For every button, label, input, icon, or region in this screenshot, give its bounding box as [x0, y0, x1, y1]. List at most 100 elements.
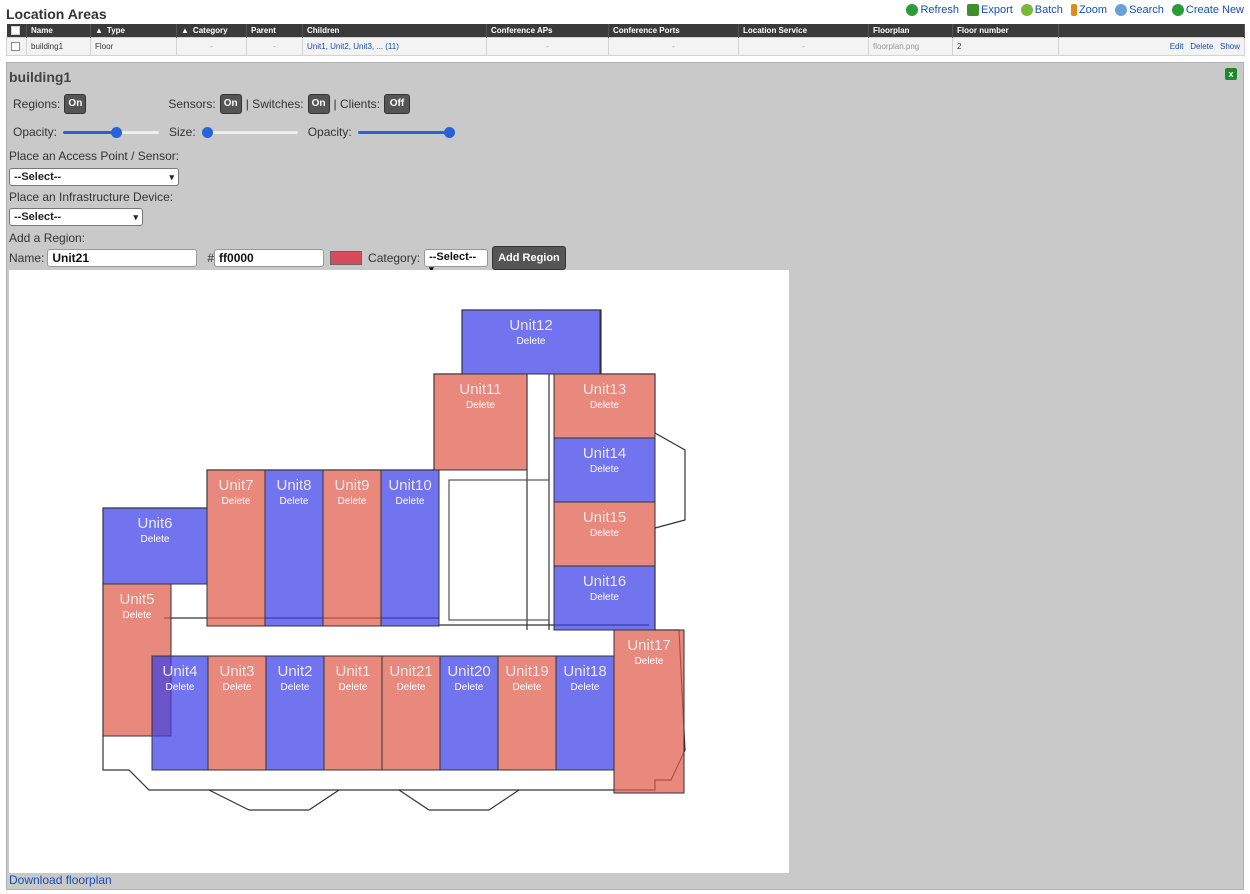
add-region-button[interactable]: Add Region: [492, 246, 566, 270]
region-delete-link[interactable]: Delete: [141, 534, 170, 545]
region-unit2[interactable]: Unit2 Delete: [265, 655, 325, 771]
region-unit11[interactable]: Unit11 Delete: [433, 373, 528, 471]
region-delete-link[interactable]: Delete: [339, 682, 368, 693]
region-unit6[interactable]: Unit6 Delete: [102, 507, 208, 585]
region-delete-link[interactable]: Delete: [513, 682, 542, 693]
floorplan-image[interactable]: Unit12DeleteUnit11DeleteUnit13DeleteUnit…: [9, 270, 789, 873]
region-unit21[interactable]: Unit21 Delete: [381, 655, 441, 771]
region-delete-link[interactable]: Delete: [166, 682, 195, 693]
col-name-header[interactable]: Name: [26, 24, 91, 37]
place-infra-label: Place an Infrastructure Device:: [9, 190, 174, 204]
region-unit12[interactable]: Unit12 Delete: [461, 309, 601, 375]
col-category-header[interactable]: ▲ Category: [176, 24, 247, 37]
place-ap-select[interactable]: --Select-- ▾: [9, 168, 179, 186]
region-delete-link[interactable]: Delete: [338, 496, 367, 507]
region-delete-link[interactable]: Delete: [222, 496, 251, 507]
regions-toggle[interactable]: On: [64, 94, 87, 114]
excel-export-icon[interactable]: x: [1225, 68, 1237, 80]
col-floorplan-header[interactable]: Floorplan: [868, 24, 953, 37]
slider-handle[interactable]: [201, 127, 213, 138]
region-category-select[interactable]: --Select-- ▾: [424, 249, 489, 274]
region-name-input[interactable]: Unit21: [47, 249, 198, 267]
sensors-toggle[interactable]: On: [219, 94, 242, 114]
region-delete-link[interactable]: Delete: [590, 464, 619, 475]
region-unit9[interactable]: Unit9 Delete: [322, 469, 382, 627]
region-delete-link[interactable]: Delete: [397, 682, 426, 693]
region-delete-link[interactable]: Delete: [590, 528, 619, 539]
slider-handle[interactable]: [110, 127, 122, 138]
top-bar: Location Areas Refresh Export Batch Zoom…: [0, 0, 1250, 24]
switches-toggle[interactable]: On: [307, 94, 330, 114]
col-floor-number-header[interactable]: Floor number: [952, 24, 1059, 37]
search-button[interactable]: Search: [1115, 4, 1164, 16]
region-label: Unit5: [119, 591, 154, 608]
children-link[interactable]: Unit1, Unit2, Unit3, ... (11): [307, 42, 399, 51]
table-row[interactable]: building1 Floor - - Unit1, Unit2, Unit3,…: [6, 36, 1245, 56]
region-unit3[interactable]: Unit3 Delete: [207, 655, 267, 771]
export-button[interactable]: Export: [967, 4, 1013, 16]
region-delete-link[interactable]: Delete: [280, 496, 309, 507]
col-location-service-header[interactable]: Location Service: [738, 24, 869, 37]
col-children-header[interactable]: Children: [302, 24, 487, 37]
cell-floor-number: 2: [952, 36, 1059, 56]
sensor-opacity-slider[interactable]: [357, 126, 455, 138]
region-delete-link[interactable]: Delete: [635, 656, 664, 667]
edit-link[interactable]: Edit: [1170, 42, 1184, 51]
region-color-input[interactable]: ff0000: [214, 249, 325, 267]
sensor-size-slider[interactable]: [201, 126, 298, 138]
cell-children[interactable]: Unit1, Unit2, Unit3, ... (11): [302, 36, 487, 56]
region-unit1[interactable]: Unit1 Delete: [323, 655, 383, 771]
download-floorplan-link[interactable]: Download floorplan: [9, 873, 112, 887]
region-delete-link[interactable]: Delete: [281, 682, 310, 693]
region-delete-link[interactable]: Delete: [590, 400, 619, 411]
row-checkbox[interactable]: [11, 41, 20, 51]
place-infra-select[interactable]: --Select-- ▾: [9, 208, 143, 226]
show-link[interactable]: Show: [1220, 42, 1240, 51]
region-unit19[interactable]: Unit19 Delete: [497, 655, 557, 771]
select-all-checkbox[interactable]: [10, 25, 20, 35]
region-delete-link[interactable]: Delete: [571, 682, 600, 693]
region-unit10[interactable]: Unit10 Delete: [380, 469, 440, 627]
delete-link[interactable]: Delete: [1190, 42, 1213, 51]
region-unit20[interactable]: Unit20 Delete: [439, 655, 499, 771]
region-delete-link[interactable]: Delete: [396, 496, 425, 507]
region-unit13[interactable]: Unit13 Delete: [553, 373, 656, 439]
clients-toggle[interactable]: Off: [384, 94, 411, 114]
region-delete-link[interactable]: Delete: [223, 682, 252, 693]
zoom-button[interactable]: Zoom: [1070, 4, 1107, 16]
color-swatch[interactable]: [330, 251, 363, 265]
chevron-down-icon: ▾: [133, 211, 138, 222]
region-unit7[interactable]: Unit7 Delete: [206, 469, 266, 627]
refresh-button[interactable]: Refresh: [906, 4, 959, 16]
region-delete-link[interactable]: Delete: [590, 592, 619, 603]
region-delete-link[interactable]: Delete: [466, 400, 495, 411]
col-conference-aps-header[interactable]: Conference APs: [486, 24, 609, 37]
region-unit18[interactable]: Unit18 Delete: [555, 655, 615, 771]
region-unit4[interactable]: Unit4 Delete: [151, 655, 209, 771]
region-area[interactable]: [613, 629, 685, 794]
col-parent-header[interactable]: Parent: [246, 24, 303, 37]
col-conference-ports-header[interactable]: Conference Ports: [608, 24, 739, 37]
select-all-header[interactable]: [6, 24, 27, 37]
region-unit17[interactable]: Unit17 Delete: [613, 629, 685, 794]
batch-button[interactable]: Batch: [1020, 4, 1063, 16]
region-opacity-slider[interactable]: [63, 126, 160, 138]
cell-conference-ports: -: [608, 36, 739, 56]
region-delete-link[interactable]: Delete: [123, 610, 152, 621]
region-unit15[interactable]: Unit15 Delete: [553, 501, 656, 567]
region-delete-link[interactable]: Delete: [517, 336, 546, 347]
cell-type: Floor: [90, 36, 177, 56]
col-type-header[interactable]: ▲ Type: [90, 24, 177, 37]
create-new-button[interactable]: Create New: [1171, 4, 1244, 16]
region-unit8[interactable]: Unit8 Delete: [264, 469, 324, 627]
floorplan-canvas[interactable]: Unit12 Delete Unit11 Delete Unit13 Delete Unit…: [9, 270, 789, 873]
region-unit14[interactable]: Unit14 Delete: [553, 437, 656, 503]
layers-toggle-row: Regions: On Sensors: On | Switches: On |…: [9, 94, 411, 114]
region-label: Unit7: [218, 477, 253, 494]
region-label: Unit3: [219, 663, 254, 680]
region-unit16[interactable]: Unit16 Delete: [553, 565, 656, 631]
zoom-icon: [1070, 4, 1077, 16]
row-select-cell[interactable]: [6, 36, 27, 56]
slider-handle[interactable]: [443, 127, 455, 138]
region-delete-link[interactable]: Delete: [455, 682, 484, 693]
